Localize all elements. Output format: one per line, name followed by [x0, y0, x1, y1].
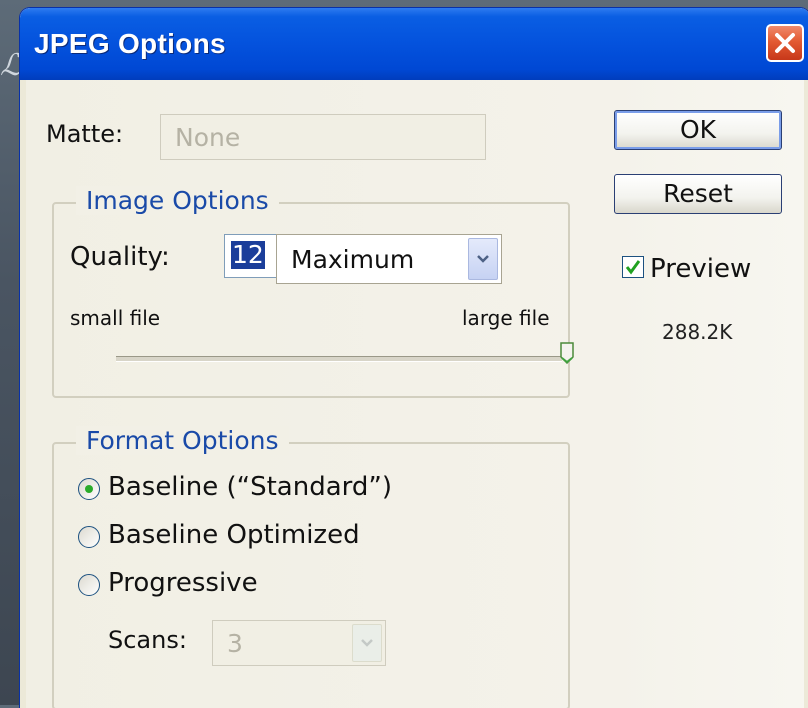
quality-label: Quality: [70, 242, 170, 272]
baseline-standard-radio[interactable] [78, 478, 100, 500]
preview-checkbox[interactable] [622, 256, 644, 278]
small-file-label: small file [70, 306, 161, 330]
matte-label: Matte: [46, 120, 124, 148]
image-options-group: Image Options [52, 186, 570, 398]
ok-button[interactable]: OK [614, 110, 782, 150]
quality-slider-thumb[interactable] [560, 342, 574, 364]
chevron-down-icon [361, 639, 373, 647]
scans-label: Scans: [108, 626, 187, 654]
matte-value: None [175, 123, 241, 152]
baseline-optimized-radio[interactable] [78, 526, 100, 548]
scans-dropdown-button[interactable] [352, 624, 382, 662]
quality-preset-value: Maximum [291, 245, 415, 274]
quality-value: 12 [231, 240, 265, 269]
baseline-optimized-label[interactable]: Baseline Optimized [108, 520, 360, 550]
radio-selected-dot [85, 485, 93, 493]
large-file-label: large file [462, 306, 550, 330]
checkmark-icon [625, 260, 641, 275]
quality-preset-dropdown-button[interactable] [468, 238, 498, 280]
dialog-title: JPEG Options [34, 28, 226, 59]
preview-label[interactable]: Preview [650, 254, 751, 284]
matte-select[interactable]: None [160, 114, 486, 160]
chevron-down-icon [477, 255, 489, 263]
jpeg-options-dialog: JPEG Options Matte: None Image Options Q… [20, 8, 808, 708]
title-bar[interactable]: JPEG Options [20, 8, 808, 80]
quality-slider-track[interactable] [116, 356, 562, 362]
reset-button[interactable]: Reset [614, 174, 782, 214]
background-glyph: ℒ [0, 48, 22, 83]
file-size-readout: 288.2K [662, 320, 733, 344]
format-options-title: Format Options [76, 426, 289, 455]
scans-select[interactable]: 3 [212, 620, 386, 666]
dialog-body: Matte: None Image Options Quality: 12 Ma… [26, 80, 804, 708]
quality-input[interactable]: 12 [224, 234, 282, 278]
close-icon [775, 33, 795, 53]
baseline-standard-label[interactable]: Baseline (“Standard”) [108, 472, 392, 502]
scans-value: 3 [227, 629, 243, 658]
progressive-radio[interactable] [78, 574, 100, 596]
quality-preset-select[interactable]: Maximum [276, 234, 502, 284]
image-options-title: Image Options [76, 186, 279, 215]
progressive-label[interactable]: Progressive [108, 568, 258, 598]
close-button[interactable] [766, 24, 804, 62]
